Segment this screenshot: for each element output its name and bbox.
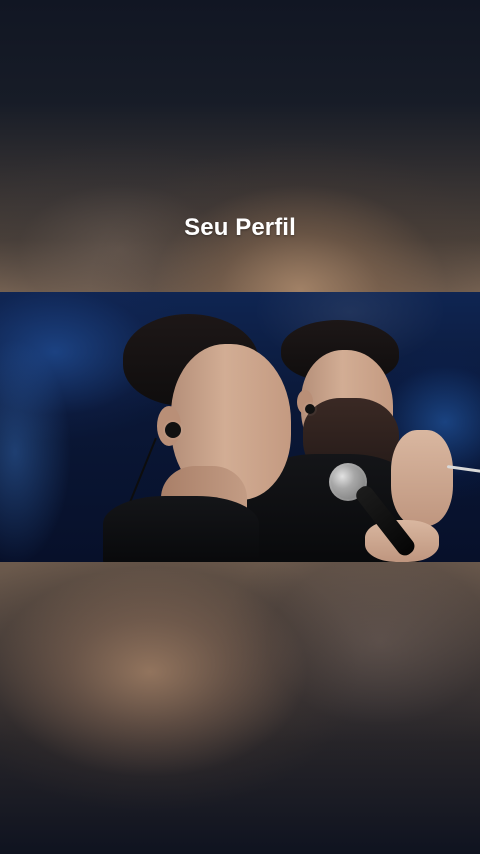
blurred-background-bottom [0, 562, 480, 854]
left-performer-earpiece-icon [165, 422, 181, 438]
blurred-background-top [0, 0, 480, 292]
profile-title: Seu Perfil [184, 214, 296, 241]
left-performer [103, 310, 335, 562]
right-performer-hand [391, 430, 453, 526]
left-performer-earpiece-wire [128, 437, 157, 504]
video-frame [0, 292, 480, 562]
left-performer-shirt [103, 496, 259, 562]
story-screen: Seu Perfil [0, 0, 480, 854]
